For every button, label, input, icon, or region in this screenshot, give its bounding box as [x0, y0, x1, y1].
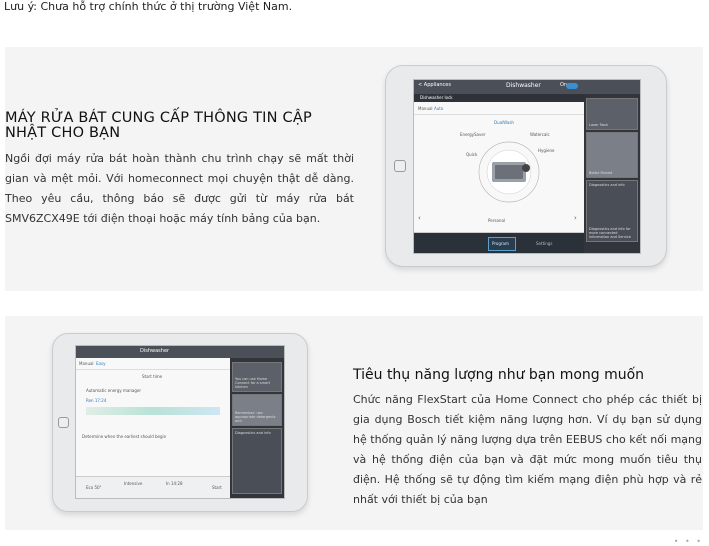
side-card-1-label: Laser flash — [589, 123, 609, 127]
tablet-screen: < Appliances Dishwasher On Dishwasher lo… — [413, 79, 641, 254]
flexstart-time: In 14:28 — [166, 481, 183, 486]
program-button: Program — [488, 237, 516, 251]
program-watercalc: Watercalc — [530, 132, 550, 137]
tab-divider — [76, 369, 230, 370]
program-button-label: Program — [492, 241, 509, 246]
tab-divider — [414, 114, 584, 115]
app-topbar: < Appliances Dishwasher On — [414, 80, 640, 94]
program-energysaver: EnergySaver — [460, 132, 486, 137]
side-card-1-label: You can use Home Connect for a smart kit… — [235, 377, 270, 389]
side-card-3-label: Diagnostics and info — [589, 183, 625, 187]
tab-manual: Manual — [79, 361, 94, 366]
start-time-label: Start time — [142, 374, 163, 379]
app-topbar: Dishwasher — [76, 346, 284, 358]
chevron-right-icon: › — [574, 214, 577, 222]
side-card-3: Diagnostics and info Diagnostics and inf… — [586, 180, 638, 242]
back-link: < Appliances — [418, 82, 451, 88]
scroll-indicator-icon: • • • — [673, 537, 703, 546]
app-title: Dishwasher — [506, 82, 541, 89]
section-body-updates: Ngồi đợi máy rửa bát hoàn thành chu trìn… — [5, 152, 354, 225]
program-hygiene: Hygiene — [538, 148, 555, 153]
side-panel: You can use Home Connect for a smart kit… — [230, 358, 284, 498]
side-card-3: Diagnostics and info — [232, 428, 282, 494]
main-area: Manual Auto EnergySaver Quick DualWash W… — [414, 102, 584, 232]
tab-auto: Auto — [434, 106, 444, 111]
energy-timeline-bar — [86, 407, 220, 415]
tablet-image-dishwasher: < Appliances Dishwasher On Dishwasher lo… — [385, 65, 667, 267]
tab-manual: Manual — [418, 106, 433, 111]
side-card-3-desc: Diagnostics and info for more connected … — [589, 227, 631, 239]
power-toggle — [566, 83, 578, 89]
energy-manager-label: Automatic energy manager — [86, 388, 141, 393]
program-dial — [478, 141, 540, 203]
section-title-updates: MÁY RỬA BÁT CUNG CẤP THÔNG TIN CẬP NHẬT … — [5, 110, 312, 141]
bottom-nav: Eco 50° Intensive In 14:28 Start — [76, 476, 230, 498]
settings-label: Settings — [536, 241, 553, 246]
home-button-icon — [394, 160, 406, 172]
market-note: Lưu ý: Chưa hỗ trợ chính thức ở thị trườ… — [4, 0, 293, 13]
side-card-3-label: Diagnostics and info — [235, 431, 271, 435]
section-title-energy: Tiêu thụ năng lượng như bạn mong muốn — [353, 367, 645, 383]
tab-easy: Easy — [96, 361, 106, 366]
start-time-value: Ren 17:24 — [86, 398, 107, 403]
lock-status: Dishwasher lock — [420, 95, 453, 100]
side-card-2: Remember: use appropriate detergents and — [232, 394, 282, 426]
program-quick: Quick — [466, 152, 478, 157]
tablet-screen: Dishwasher Manual Easy Start time Automa… — [75, 345, 285, 499]
side-card-1: You can use Home Connect for a smart kit… — [232, 362, 282, 392]
main-area: Manual Easy Start time Automatic energy … — [76, 358, 230, 476]
section-body-energy: Chức năng FlexStart của Home Connect cho… — [353, 393, 702, 506]
bottom-nav: Program Settings — [414, 232, 584, 253]
side-card-2-label: Remember: use appropriate detergents and — [235, 411, 276, 423]
side-card-2-label: Bottle Rinsed — [589, 171, 613, 175]
program-intensive: Intensive — [124, 481, 143, 486]
side-panel: Laser flash Bottle Rinsed Diagnostics an… — [584, 94, 640, 253]
program-dualwash: DualWash — [494, 120, 514, 125]
start-button-label: Start — [212, 485, 222, 490]
tablet-image-flexstart: Dishwasher Manual Easy Start time Automa… — [52, 333, 308, 512]
footer-note: Determine when the earliest should begin — [82, 434, 167, 439]
program-eco: Eco 50° — [86, 485, 102, 490]
app-title: Dishwasher — [140, 348, 170, 354]
personal-label: Personal — [488, 218, 506, 223]
home-button-icon — [58, 417, 69, 428]
chevron-left-icon: ‹ — [418, 214, 421, 222]
side-card-1: Laser flash — [586, 98, 638, 130]
side-card-2: Bottle Rinsed — [586, 132, 638, 178]
